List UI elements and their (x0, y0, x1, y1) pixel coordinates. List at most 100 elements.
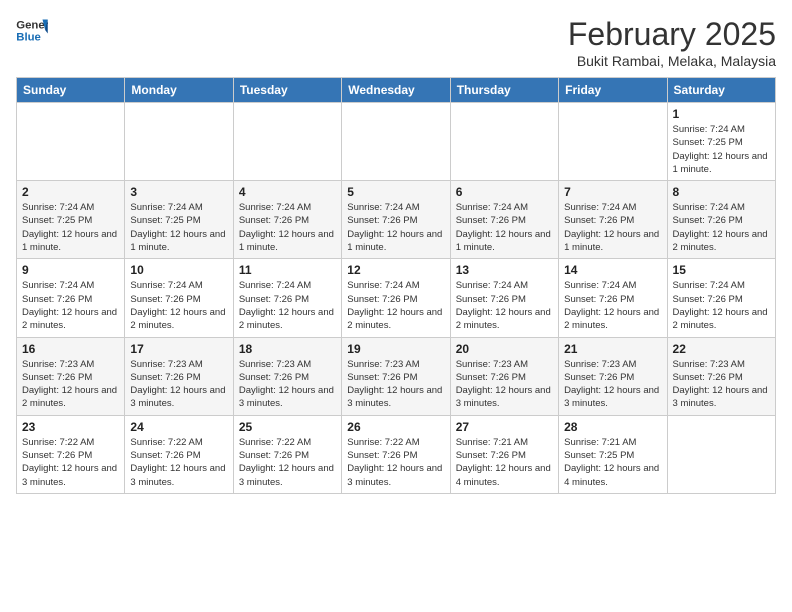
day-number: 20 (456, 342, 553, 356)
weekday-header-tuesday: Tuesday (233, 78, 341, 103)
logo-icon: General Blue (16, 16, 48, 44)
day-number: 8 (673, 185, 770, 199)
day-number: 2 (22, 185, 119, 199)
calendar-cell: 19 Sunrise: 7:23 AM Sunset: 7:26 PM Dayli… (342, 337, 450, 415)
day-number: 17 (130, 342, 227, 356)
calendar-cell: 6 Sunrise: 7:24 AM Sunset: 7:26 PM Daylig… (450, 181, 558, 259)
logo: General Blue (16, 16, 48, 44)
calendar-table: SundayMondayTuesdayWednesdayThursdayFrid… (16, 77, 776, 494)
weekday-header-friday: Friday (559, 78, 667, 103)
calendar-cell (559, 103, 667, 181)
calendar-cell: 20 Sunrise: 7:23 AM Sunset: 7:26 PM Dayli… (450, 337, 558, 415)
day-info: Sunrise: 7:24 AM Sunset: 7:26 PM Dayligh… (673, 201, 770, 254)
day-number: 22 (673, 342, 770, 356)
calendar-cell: 7 Sunrise: 7:24 AM Sunset: 7:26 PM Daylig… (559, 181, 667, 259)
day-info: Sunrise: 7:24 AM Sunset: 7:26 PM Dayligh… (22, 279, 119, 332)
day-number: 12 (347, 263, 444, 277)
day-info: Sunrise: 7:24 AM Sunset: 7:25 PM Dayligh… (22, 201, 119, 254)
calendar-cell: 5 Sunrise: 7:24 AM Sunset: 7:26 PM Daylig… (342, 181, 450, 259)
day-info: Sunrise: 7:24 AM Sunset: 7:26 PM Dayligh… (564, 201, 661, 254)
day-info: Sunrise: 7:23 AM Sunset: 7:26 PM Dayligh… (456, 358, 553, 411)
page-header: General Blue February 2025 Bukit Rambai,… (16, 16, 776, 69)
calendar-cell: 3 Sunrise: 7:24 AM Sunset: 7:25 PM Daylig… (125, 181, 233, 259)
calendar-cell: 25 Sunrise: 7:22 AM Sunset: 7:26 PM Dayli… (233, 415, 341, 493)
calendar-cell: 2 Sunrise: 7:24 AM Sunset: 7:25 PM Daylig… (17, 181, 125, 259)
weekday-header-saturday: Saturday (667, 78, 775, 103)
day-info: Sunrise: 7:23 AM Sunset: 7:26 PM Dayligh… (673, 358, 770, 411)
calendar-cell: 22 Sunrise: 7:23 AM Sunset: 7:26 PM Dayli… (667, 337, 775, 415)
title-block: February 2025 Bukit Rambai, Melaka, Mala… (568, 16, 776, 69)
day-info: Sunrise: 7:24 AM Sunset: 7:26 PM Dayligh… (456, 201, 553, 254)
day-info: Sunrise: 7:23 AM Sunset: 7:26 PM Dayligh… (564, 358, 661, 411)
calendar-week-row: 9 Sunrise: 7:24 AM Sunset: 7:26 PM Daylig… (17, 259, 776, 337)
day-number: 25 (239, 420, 336, 434)
weekday-header-sunday: Sunday (17, 78, 125, 103)
calendar-cell (450, 103, 558, 181)
calendar-cell (17, 103, 125, 181)
calendar-cell: 28 Sunrise: 7:21 AM Sunset: 7:25 PM Dayli… (559, 415, 667, 493)
day-info: Sunrise: 7:23 AM Sunset: 7:26 PM Dayligh… (22, 358, 119, 411)
calendar-cell: 4 Sunrise: 7:24 AM Sunset: 7:26 PM Daylig… (233, 181, 341, 259)
day-info: Sunrise: 7:22 AM Sunset: 7:26 PM Dayligh… (239, 436, 336, 489)
day-number: 3 (130, 185, 227, 199)
day-info: Sunrise: 7:24 AM Sunset: 7:26 PM Dayligh… (239, 279, 336, 332)
day-number: 10 (130, 263, 227, 277)
day-number: 26 (347, 420, 444, 434)
day-info: Sunrise: 7:24 AM Sunset: 7:25 PM Dayligh… (673, 123, 770, 176)
day-info: Sunrise: 7:24 AM Sunset: 7:25 PM Dayligh… (130, 201, 227, 254)
calendar-cell (342, 103, 450, 181)
weekday-header-wednesday: Wednesday (342, 78, 450, 103)
day-number: 18 (239, 342, 336, 356)
day-number: 19 (347, 342, 444, 356)
day-number: 9 (22, 263, 119, 277)
day-number: 14 (564, 263, 661, 277)
day-number: 16 (22, 342, 119, 356)
day-number: 27 (456, 420, 553, 434)
calendar-cell: 15 Sunrise: 7:24 AM Sunset: 7:26 PM Dayli… (667, 259, 775, 337)
day-info: Sunrise: 7:24 AM Sunset: 7:26 PM Dayligh… (673, 279, 770, 332)
day-info: Sunrise: 7:21 AM Sunset: 7:26 PM Dayligh… (456, 436, 553, 489)
calendar-cell: 9 Sunrise: 7:24 AM Sunset: 7:26 PM Daylig… (17, 259, 125, 337)
calendar-cell: 10 Sunrise: 7:24 AM Sunset: 7:26 PM Dayli… (125, 259, 233, 337)
day-number: 5 (347, 185, 444, 199)
day-info: Sunrise: 7:24 AM Sunset: 7:26 PM Dayligh… (239, 201, 336, 254)
day-number: 11 (239, 263, 336, 277)
calendar-cell: 26 Sunrise: 7:22 AM Sunset: 7:26 PM Dayli… (342, 415, 450, 493)
day-number: 21 (564, 342, 661, 356)
calendar-cell: 21 Sunrise: 7:23 AM Sunset: 7:26 PM Dayli… (559, 337, 667, 415)
day-number: 28 (564, 420, 661, 434)
day-info: Sunrise: 7:24 AM Sunset: 7:26 PM Dayligh… (130, 279, 227, 332)
calendar-cell: 14 Sunrise: 7:24 AM Sunset: 7:26 PM Dayli… (559, 259, 667, 337)
day-info: Sunrise: 7:21 AM Sunset: 7:25 PM Dayligh… (564, 436, 661, 489)
weekday-header-monday: Monday (125, 78, 233, 103)
day-info: Sunrise: 7:22 AM Sunset: 7:26 PM Dayligh… (130, 436, 227, 489)
calendar-week-row: 16 Sunrise: 7:23 AM Sunset: 7:26 PM Dayli… (17, 337, 776, 415)
day-number: 13 (456, 263, 553, 277)
calendar-week-row: 23 Sunrise: 7:22 AM Sunset: 7:26 PM Dayli… (17, 415, 776, 493)
day-number: 7 (564, 185, 661, 199)
day-info: Sunrise: 7:22 AM Sunset: 7:26 PM Dayligh… (347, 436, 444, 489)
day-info: Sunrise: 7:24 AM Sunset: 7:26 PM Dayligh… (347, 201, 444, 254)
calendar-cell (233, 103, 341, 181)
day-info: Sunrise: 7:24 AM Sunset: 7:26 PM Dayligh… (347, 279, 444, 332)
month-title: February 2025 (568, 16, 776, 53)
calendar-cell (667, 415, 775, 493)
calendar-cell: 12 Sunrise: 7:24 AM Sunset: 7:26 PM Dayli… (342, 259, 450, 337)
day-number: 6 (456, 185, 553, 199)
day-info: Sunrise: 7:23 AM Sunset: 7:26 PM Dayligh… (347, 358, 444, 411)
day-number: 4 (239, 185, 336, 199)
calendar-cell (125, 103, 233, 181)
day-number: 15 (673, 263, 770, 277)
calendar-header-row: SundayMondayTuesdayWednesdayThursdayFrid… (17, 78, 776, 103)
calendar-cell: 1 Sunrise: 7:24 AM Sunset: 7:25 PM Daylig… (667, 103, 775, 181)
calendar-cell: 18 Sunrise: 7:23 AM Sunset: 7:26 PM Dayli… (233, 337, 341, 415)
day-info: Sunrise: 7:23 AM Sunset: 7:26 PM Dayligh… (130, 358, 227, 411)
calendar-week-row: 2 Sunrise: 7:24 AM Sunset: 7:25 PM Daylig… (17, 181, 776, 259)
day-info: Sunrise: 7:24 AM Sunset: 7:26 PM Dayligh… (564, 279, 661, 332)
day-number: 24 (130, 420, 227, 434)
day-info: Sunrise: 7:24 AM Sunset: 7:26 PM Dayligh… (456, 279, 553, 332)
svg-text:Blue: Blue (16, 32, 41, 44)
day-number: 1 (673, 107, 770, 121)
day-number: 23 (22, 420, 119, 434)
day-info: Sunrise: 7:23 AM Sunset: 7:26 PM Dayligh… (239, 358, 336, 411)
